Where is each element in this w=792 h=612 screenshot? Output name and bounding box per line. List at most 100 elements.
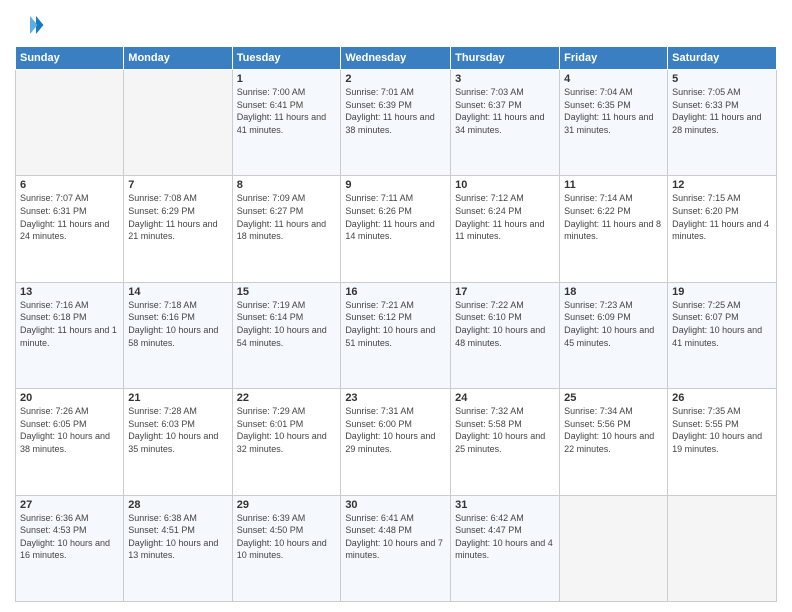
day-info: Sunrise: 7:14 AM Sunset: 6:22 PM Dayligh… [564, 192, 663, 242]
day-info: Sunrise: 7:19 AM Sunset: 6:14 PM Dayligh… [237, 299, 337, 349]
calendar-cell: 21Sunrise: 7:28 AM Sunset: 6:03 PM Dayli… [124, 389, 232, 495]
day-number: 15 [237, 286, 337, 298]
day-info: Sunrise: 7:05 AM Sunset: 6:33 PM Dayligh… [672, 86, 772, 136]
calendar-cell: 27Sunrise: 6:36 AM Sunset: 4:53 PM Dayli… [16, 495, 124, 601]
day-number: 31 [455, 499, 555, 511]
day-info: Sunrise: 6:42 AM Sunset: 4:47 PM Dayligh… [455, 512, 555, 562]
day-number: 9 [345, 179, 446, 191]
calendar-cell: 3Sunrise: 7:03 AM Sunset: 6:37 PM Daylig… [451, 70, 560, 176]
day-number: 8 [237, 179, 337, 191]
calendar-cell: 25Sunrise: 7:34 AM Sunset: 5:56 PM Dayli… [560, 389, 668, 495]
day-info: Sunrise: 7:12 AM Sunset: 6:24 PM Dayligh… [455, 192, 555, 242]
day-info: Sunrise: 7:32 AM Sunset: 5:58 PM Dayligh… [455, 405, 555, 455]
weekday-header-saturday: Saturday [668, 47, 777, 70]
day-number: 30 [345, 499, 446, 511]
day-number: 21 [128, 392, 227, 404]
day-number: 19 [672, 286, 772, 298]
day-number: 22 [237, 392, 337, 404]
weekday-header-tuesday: Tuesday [232, 47, 341, 70]
weekday-header-sunday: Sunday [16, 47, 124, 70]
day-number: 13 [20, 286, 119, 298]
day-number: 24 [455, 392, 555, 404]
logo [15, 10, 49, 40]
day-number: 25 [564, 392, 663, 404]
calendar-cell: 10Sunrise: 7:12 AM Sunset: 6:24 PM Dayli… [451, 176, 560, 282]
calendar-cell: 22Sunrise: 7:29 AM Sunset: 6:01 PM Dayli… [232, 389, 341, 495]
calendar-cell: 5Sunrise: 7:05 AM Sunset: 6:33 PM Daylig… [668, 70, 777, 176]
day-number: 4 [564, 73, 663, 85]
calendar-cell: 7Sunrise: 7:08 AM Sunset: 6:29 PM Daylig… [124, 176, 232, 282]
day-info: Sunrise: 7:34 AM Sunset: 5:56 PM Dayligh… [564, 405, 663, 455]
calendar-week-row: 6Sunrise: 7:07 AM Sunset: 6:31 PM Daylig… [16, 176, 777, 282]
calendar-cell: 11Sunrise: 7:14 AM Sunset: 6:22 PM Dayli… [560, 176, 668, 282]
day-number: 2 [345, 73, 446, 85]
day-number: 5 [672, 73, 772, 85]
calendar-cell: 31Sunrise: 6:42 AM Sunset: 4:47 PM Dayli… [451, 495, 560, 601]
calendar-week-row: 1Sunrise: 7:00 AM Sunset: 6:41 PM Daylig… [16, 70, 777, 176]
day-number: 6 [20, 179, 119, 191]
day-number: 27 [20, 499, 119, 511]
day-info: Sunrise: 6:36 AM Sunset: 4:53 PM Dayligh… [20, 512, 119, 562]
day-info: Sunrise: 7:00 AM Sunset: 6:41 PM Dayligh… [237, 86, 337, 136]
page: SundayMondayTuesdayWednesdayThursdayFrid… [0, 0, 792, 612]
day-info: Sunrise: 7:25 AM Sunset: 6:07 PM Dayligh… [672, 299, 772, 349]
day-info: Sunrise: 7:22 AM Sunset: 6:10 PM Dayligh… [455, 299, 555, 349]
day-number: 7 [128, 179, 227, 191]
calendar-cell: 6Sunrise: 7:07 AM Sunset: 6:31 PM Daylig… [16, 176, 124, 282]
calendar-week-row: 27Sunrise: 6:36 AM Sunset: 4:53 PM Dayli… [16, 495, 777, 601]
calendar-cell: 12Sunrise: 7:15 AM Sunset: 6:20 PM Dayli… [668, 176, 777, 282]
day-info: Sunrise: 7:04 AM Sunset: 6:35 PM Dayligh… [564, 86, 663, 136]
day-info: Sunrise: 7:08 AM Sunset: 6:29 PM Dayligh… [128, 192, 227, 242]
calendar-cell: 2Sunrise: 7:01 AM Sunset: 6:39 PM Daylig… [341, 70, 451, 176]
day-info: Sunrise: 7:16 AM Sunset: 6:18 PM Dayligh… [20, 299, 119, 349]
weekday-header-monday: Monday [124, 47, 232, 70]
day-info: Sunrise: 7:26 AM Sunset: 6:05 PM Dayligh… [20, 405, 119, 455]
weekday-header-thursday: Thursday [451, 47, 560, 70]
day-info: Sunrise: 7:18 AM Sunset: 6:16 PM Dayligh… [128, 299, 227, 349]
calendar-cell [16, 70, 124, 176]
weekday-header-friday: Friday [560, 47, 668, 70]
calendar-cell: 15Sunrise: 7:19 AM Sunset: 6:14 PM Dayli… [232, 282, 341, 388]
day-info: Sunrise: 7:03 AM Sunset: 6:37 PM Dayligh… [455, 86, 555, 136]
day-number: 11 [564, 179, 663, 191]
day-info: Sunrise: 7:21 AM Sunset: 6:12 PM Dayligh… [345, 299, 446, 349]
calendar-cell: 13Sunrise: 7:16 AM Sunset: 6:18 PM Dayli… [16, 282, 124, 388]
day-number: 28 [128, 499, 227, 511]
day-info: Sunrise: 7:35 AM Sunset: 5:55 PM Dayligh… [672, 405, 772, 455]
day-number: 26 [672, 392, 772, 404]
calendar-cell: 17Sunrise: 7:22 AM Sunset: 6:10 PM Dayli… [451, 282, 560, 388]
day-info: Sunrise: 7:01 AM Sunset: 6:39 PM Dayligh… [345, 86, 446, 136]
calendar-cell: 4Sunrise: 7:04 AM Sunset: 6:35 PM Daylig… [560, 70, 668, 176]
day-info: Sunrise: 7:07 AM Sunset: 6:31 PM Dayligh… [20, 192, 119, 242]
day-number: 1 [237, 73, 337, 85]
logo-icon [15, 10, 45, 40]
calendar-cell: 9Sunrise: 7:11 AM Sunset: 6:26 PM Daylig… [341, 176, 451, 282]
calendar-cell: 16Sunrise: 7:21 AM Sunset: 6:12 PM Dayli… [341, 282, 451, 388]
day-info: Sunrise: 6:38 AM Sunset: 4:51 PM Dayligh… [128, 512, 227, 562]
day-info: Sunrise: 7:23 AM Sunset: 6:09 PM Dayligh… [564, 299, 663, 349]
day-number: 20 [20, 392, 119, 404]
calendar-cell [560, 495, 668, 601]
day-number: 3 [455, 73, 555, 85]
day-number: 16 [345, 286, 446, 298]
calendar-cell [124, 70, 232, 176]
day-info: Sunrise: 6:41 AM Sunset: 4:48 PM Dayligh… [345, 512, 446, 562]
calendar-cell: 23Sunrise: 7:31 AM Sunset: 6:00 PM Dayli… [341, 389, 451, 495]
day-info: Sunrise: 7:28 AM Sunset: 6:03 PM Dayligh… [128, 405, 227, 455]
calendar-cell: 28Sunrise: 6:38 AM Sunset: 4:51 PM Dayli… [124, 495, 232, 601]
day-number: 29 [237, 499, 337, 511]
day-number: 12 [672, 179, 772, 191]
weekday-header-row: SundayMondayTuesdayWednesdayThursdayFrid… [16, 47, 777, 70]
header [15, 10, 777, 40]
calendar-cell: 29Sunrise: 6:39 AM Sunset: 4:50 PM Dayli… [232, 495, 341, 601]
day-info: Sunrise: 7:29 AM Sunset: 6:01 PM Dayligh… [237, 405, 337, 455]
calendar-cell: 8Sunrise: 7:09 AM Sunset: 6:27 PM Daylig… [232, 176, 341, 282]
calendar-cell: 30Sunrise: 6:41 AM Sunset: 4:48 PM Dayli… [341, 495, 451, 601]
day-info: Sunrise: 7:11 AM Sunset: 6:26 PM Dayligh… [345, 192, 446, 242]
calendar-cell: 24Sunrise: 7:32 AM Sunset: 5:58 PM Dayli… [451, 389, 560, 495]
day-info: Sunrise: 7:09 AM Sunset: 6:27 PM Dayligh… [237, 192, 337, 242]
calendar-cell [668, 495, 777, 601]
calendar-cell: 26Sunrise: 7:35 AM Sunset: 5:55 PM Dayli… [668, 389, 777, 495]
calendar-cell: 20Sunrise: 7:26 AM Sunset: 6:05 PM Dayli… [16, 389, 124, 495]
calendar-cell: 18Sunrise: 7:23 AM Sunset: 6:09 PM Dayli… [560, 282, 668, 388]
